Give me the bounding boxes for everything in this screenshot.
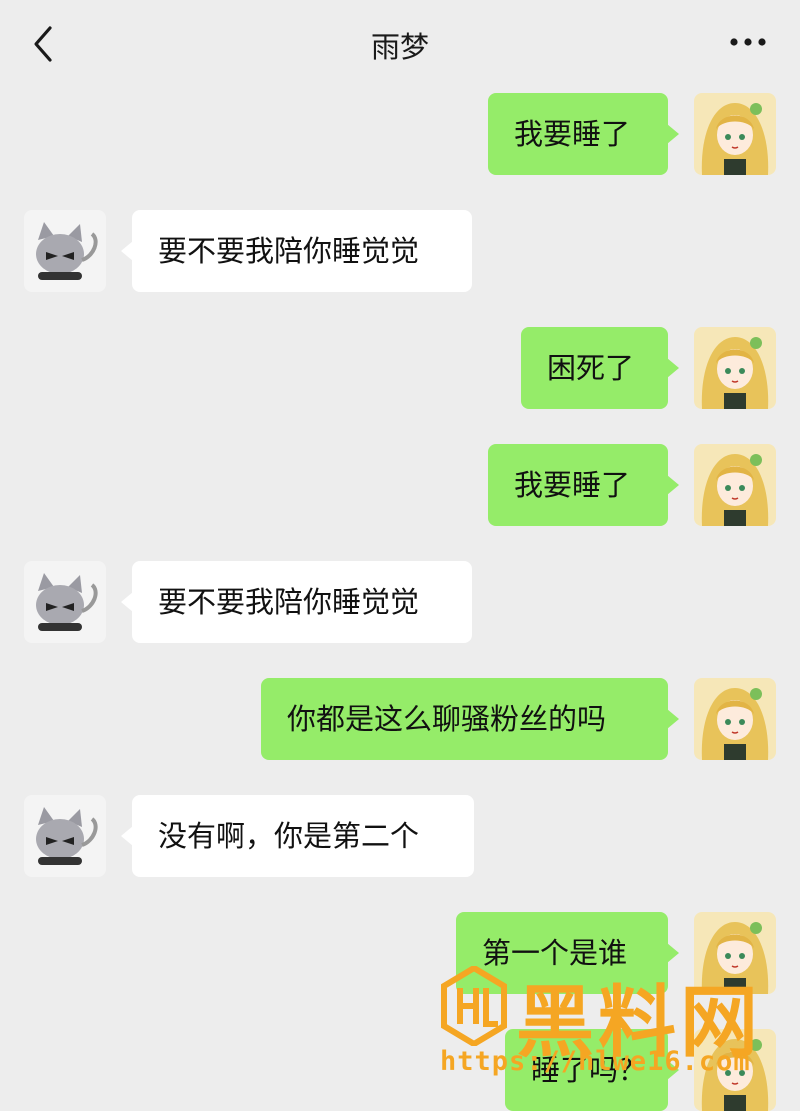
contact-avatar[interactable] bbox=[24, 561, 106, 643]
message-sent: 睡了吗？ bbox=[0, 1029, 800, 1111]
cat-avatar-icon bbox=[24, 210, 106, 292]
user-avatar[interactable] bbox=[694, 912, 776, 994]
message-received: 没有啊，你是第二个 bbox=[0, 795, 800, 877]
contact-avatar[interactable] bbox=[24, 795, 106, 877]
girl-avatar-icon bbox=[694, 1029, 776, 1111]
ellipsis-icon bbox=[730, 38, 766, 46]
message-bubble[interactable]: 你都是这么聊骚粉丝的吗 bbox=[261, 678, 679, 760]
user-avatar[interactable] bbox=[694, 678, 776, 760]
girl-avatar-icon bbox=[694, 678, 776, 760]
message-sent: 我要睡了 bbox=[0, 93, 800, 175]
message-received: 要不要我陪你睡觉觉 bbox=[0, 561, 800, 643]
more-button[interactable] bbox=[728, 28, 768, 56]
girl-avatar-icon bbox=[694, 327, 776, 409]
cat-avatar-icon bbox=[24, 795, 106, 877]
message-bubble[interactable]: 困死了 bbox=[521, 327, 679, 409]
message-bubble[interactable]: 我要睡了 bbox=[488, 93, 679, 175]
user-avatar[interactable] bbox=[694, 444, 776, 526]
message-sent: 困死了 bbox=[0, 327, 800, 409]
user-avatar[interactable] bbox=[694, 327, 776, 409]
message-sent: 我要睡了 bbox=[0, 444, 800, 526]
girl-avatar-icon bbox=[694, 912, 776, 994]
message-bubble[interactable]: 要不要我陪你睡觉觉 bbox=[121, 561, 472, 643]
user-avatar[interactable] bbox=[694, 93, 776, 175]
message-bubble[interactable]: 睡了吗？ bbox=[505, 1029, 679, 1111]
message-sent: 你都是这么聊骚粉丝的吗 bbox=[0, 678, 800, 760]
message-received: 要不要我陪你睡觉觉 bbox=[0, 210, 800, 292]
message-bubble[interactable]: 第一个是谁 bbox=[456, 912, 679, 994]
message-bubble[interactable]: 没有啊，你是第二个 bbox=[121, 795, 474, 877]
message-bubble[interactable]: 我要睡了 bbox=[488, 444, 679, 526]
girl-avatar-icon bbox=[694, 93, 776, 175]
user-avatar[interactable] bbox=[694, 1029, 776, 1111]
message-bubble[interactable]: 要不要我陪你睡觉觉 bbox=[121, 210, 472, 292]
message-sent: 第一个是谁 bbox=[0, 912, 800, 994]
cat-avatar-icon bbox=[24, 561, 106, 643]
chat-header: 雨梦 bbox=[0, 0, 800, 88]
chat-title: 雨梦 bbox=[370, 30, 429, 64]
contact-avatar[interactable] bbox=[24, 210, 106, 292]
girl-avatar-icon bbox=[694, 444, 776, 526]
